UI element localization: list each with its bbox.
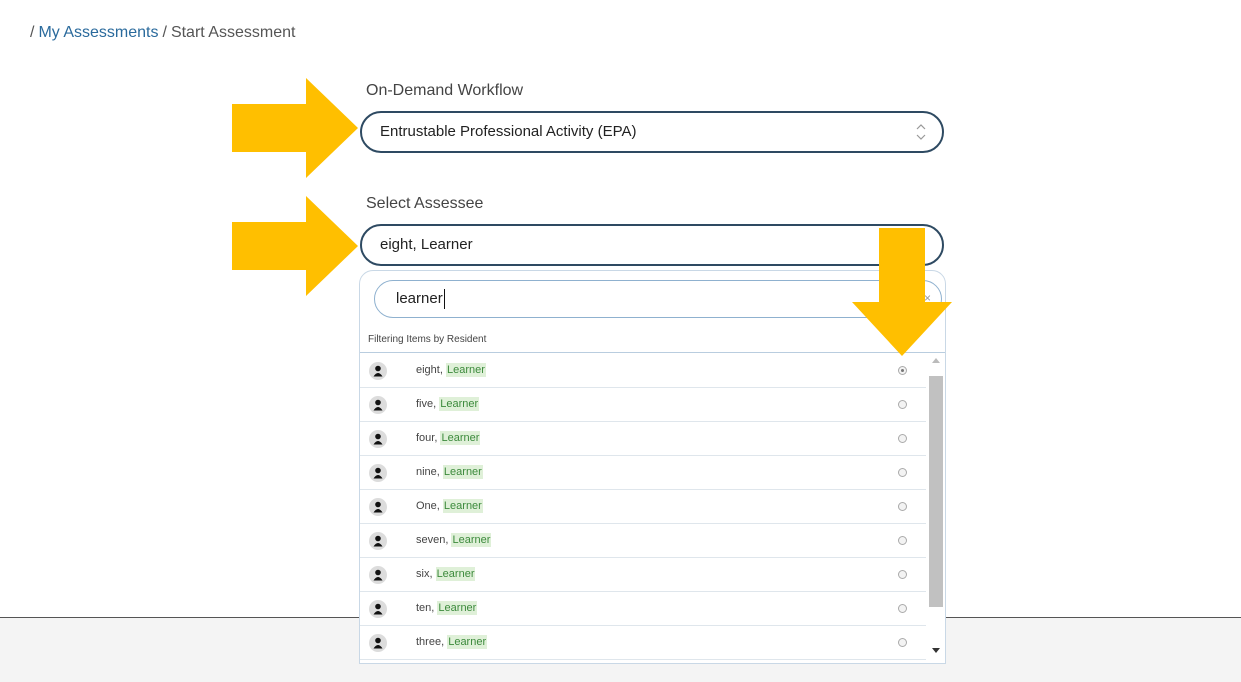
assessee-list: eight, Learner five, Learner four, Learn…: [360, 354, 926, 660]
workflow-label: On-Demand Workflow: [366, 82, 524, 99]
person-icon: [369, 566, 387, 584]
first-name: five,: [416, 398, 437, 410]
highlighted-match: Learner: [442, 465, 483, 479]
list-item[interactable]: nine, Learner: [360, 456, 926, 490]
list-item[interactable]: five, Learner: [360, 388, 926, 422]
radio-button[interactable]: [898, 434, 907, 443]
breadcrumb-separator: /: [162, 24, 167, 41]
annotation-arrow-down-icon: [852, 228, 952, 356]
first-name: ten,: [416, 602, 435, 614]
highlighted-match: Learner: [442, 499, 483, 513]
radio-button[interactable]: [898, 536, 907, 545]
highlighted-match: Learner: [439, 397, 480, 411]
list-item[interactable]: One, Learner: [360, 490, 926, 524]
scrollbar-thumb[interactable]: [929, 376, 943, 607]
list-item[interactable]: six, Learner: [360, 558, 926, 592]
assessee-name: three, Learner: [416, 635, 488, 649]
scroll-down-arrow-icon[interactable]: [932, 648, 940, 653]
list-item[interactable]: eight, Learner: [360, 354, 926, 388]
radio-button[interactable]: [898, 366, 907, 375]
assessee-name: seven, Learner: [416, 533, 492, 547]
first-name: One,: [416, 500, 440, 512]
text-cursor: [444, 289, 445, 309]
workflow-select[interactable]: Entrustable Professional Activity (EPA): [360, 111, 944, 153]
radio-button[interactable]: [898, 604, 907, 613]
list-item[interactable]: four, Learner: [360, 422, 926, 456]
person-icon: [369, 498, 387, 516]
search-input-text: learner: [396, 290, 443, 307]
highlighted-match: Learner: [435, 567, 476, 581]
assessee-name: five, Learner: [416, 397, 480, 411]
breadcrumb-current: Start Assessment: [170, 24, 296, 41]
highlighted-match: Learner: [445, 363, 486, 377]
assessee-select-value: eight, Learner: [380, 236, 473, 253]
workflow-select-value: Entrustable Professional Activity (EPA): [380, 123, 637, 140]
first-name: three,: [416, 636, 445, 648]
radio-button[interactable]: [898, 502, 907, 511]
annotation-arrow-right-icon: [232, 78, 358, 178]
assessee-name: six, Learner: [416, 567, 476, 581]
highlighted-match: Learner: [451, 533, 492, 547]
breadcrumb-my-assessments-link[interactable]: My Assessments: [38, 24, 158, 41]
annotation-arrow-right-icon: [232, 196, 358, 296]
chevron-up-down-icon: [916, 124, 926, 140]
assessee-name: ten, Learner: [416, 601, 478, 615]
person-icon: [369, 396, 387, 414]
first-name: eight,: [416, 364, 443, 376]
radio-button[interactable]: [898, 400, 907, 409]
list-item[interactable]: three, Learner: [360, 626, 926, 660]
person-icon: [369, 532, 387, 550]
scroll-up-arrow-icon[interactable]: [932, 358, 940, 363]
radio-button[interactable]: [898, 468, 907, 477]
list-item[interactable]: seven, Learner: [360, 524, 926, 558]
breadcrumb-separator: /: [30, 24, 35, 41]
radio-button[interactable]: [898, 570, 907, 579]
assessee-name: One, Learner: [416, 499, 483, 513]
person-icon: [369, 634, 387, 652]
radio-button[interactable]: [898, 638, 907, 647]
first-name: seven,: [416, 534, 449, 546]
first-name: nine,: [416, 466, 440, 478]
assessee-label: Select Assessee: [366, 195, 484, 212]
person-icon: [369, 600, 387, 618]
first-name: six,: [416, 568, 433, 580]
list-scrollbar[interactable]: [926, 354, 945, 663]
highlighted-match: Learner: [437, 601, 478, 615]
person-icon: [369, 362, 387, 380]
highlighted-match: Learner: [440, 431, 481, 445]
highlighted-match: Learner: [447, 635, 488, 649]
assessee-name: nine, Learner: [416, 465, 483, 479]
person-icon: [369, 430, 387, 448]
assessee-name: eight, Learner: [416, 363, 486, 377]
first-name: four,: [416, 432, 438, 444]
person-icon: [369, 464, 387, 482]
breadcrumb: / My Assessments / Start Assessment: [30, 24, 295, 42]
list-item[interactable]: ten, Learner: [360, 592, 926, 626]
assessee-name: four, Learner: [416, 431, 481, 445]
